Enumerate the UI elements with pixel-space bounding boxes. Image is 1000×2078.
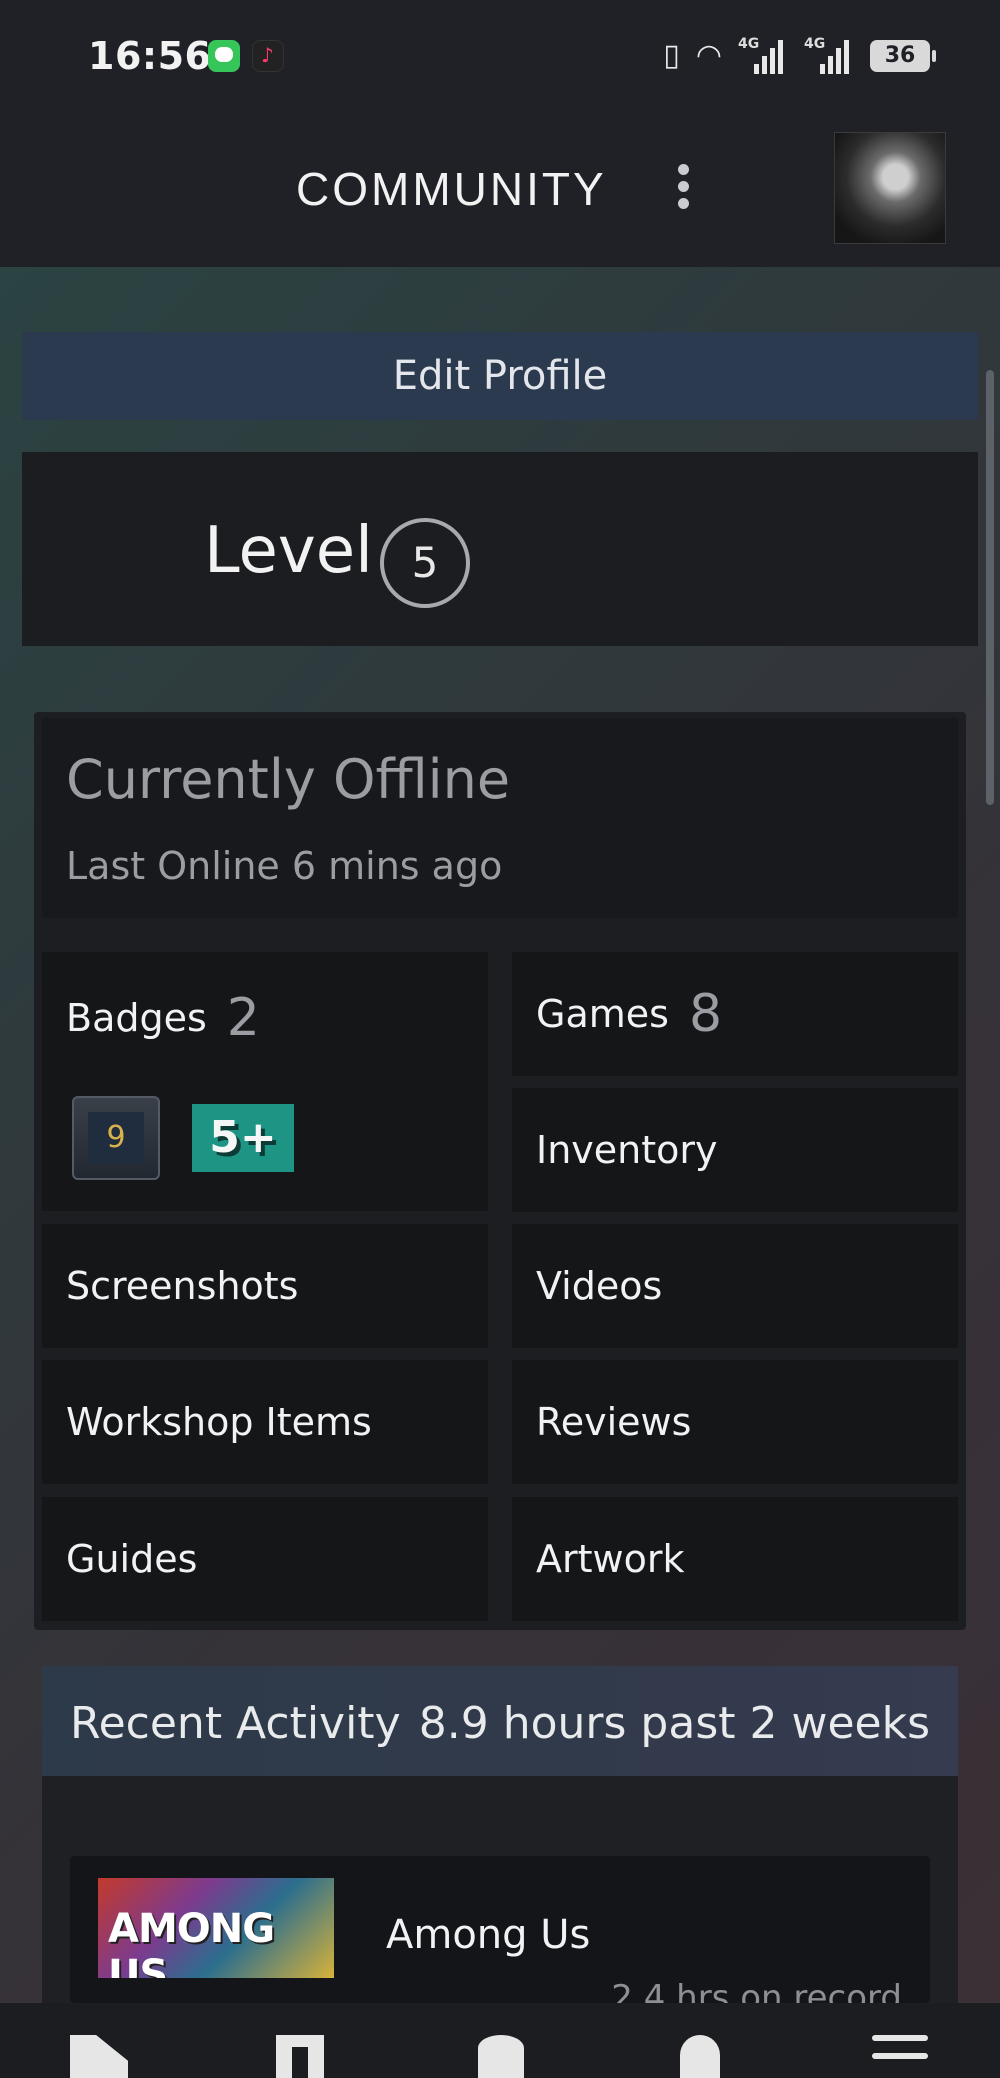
store-icon[interactable]: [70, 2035, 128, 2078]
profile-icon[interactable]: [680, 2035, 720, 2078]
artwork-label: Artwork: [536, 1537, 685, 1581]
artwork-tile[interactable]: Artwork: [512, 1497, 958, 1621]
wifi-icon: ◠: [695, 38, 722, 73]
recent-activity-hours: 8.9 hours past 2 weeks: [418, 1698, 930, 1749]
cell-signal-icon: 4G: [738, 36, 788, 76]
app-header: COMMUNITY: [0, 112, 1000, 267]
screenshots-label: Screenshots: [66, 1264, 299, 1308]
game-card[interactable]: AMONG US Among Us 2.4 hrs on record: [70, 1856, 930, 2018]
level-panel: Level 5: [22, 452, 978, 646]
guides-label: Guides: [66, 1537, 198, 1581]
community-icon[interactable]: [478, 2035, 524, 2078]
badge-five-plus-icon[interactable]: 5+: [192, 1104, 294, 1172]
badges-tile[interactable]: Badges 2 9 5+: [42, 952, 488, 1211]
status-bar: 16:56 ▯ ◠ 4G 4G 36: [0, 0, 1000, 112]
videos-tile[interactable]: Videos: [512, 1224, 958, 1348]
avatar[interactable]: [834, 132, 946, 244]
game-name[interactable]: Among Us: [386, 1912, 590, 1958]
reviews-label: Reviews: [536, 1400, 692, 1444]
badges-count: 2: [226, 988, 260, 1048]
games-label: Games: [536, 992, 669, 1036]
status-indicators: ▯ ◠ 4G 4G 36: [663, 36, 936, 76]
level-badge[interactable]: 5: [380, 518, 470, 608]
online-status-panel: Currently Offline Last Online 6 mins ago: [42, 718, 958, 918]
level-label: Level: [204, 514, 373, 588]
battery-icon: 36: [870, 40, 936, 72]
tiktok-icon: [252, 40, 284, 72]
vibrate-icon: ▯: [663, 38, 680, 73]
guides-tile[interactable]: Guides: [42, 1497, 488, 1621]
edit-profile-button[interactable]: Edit Profile: [22, 332, 978, 420]
workshop-items-label: Workshop Items: [66, 1400, 372, 1444]
workshop-items-tile[interactable]: Workshop Items: [42, 1360, 488, 1484]
games-tile[interactable]: Games 8: [512, 952, 958, 1076]
page-title: COMMUNITY: [296, 163, 607, 215]
last-online: Last Online 6 mins ago: [66, 844, 503, 888]
game-thumb-text: AMONG US: [108, 1906, 275, 1978]
bottom-nav: [0, 2003, 1000, 2078]
badges-label: Badges: [66, 996, 207, 1040]
game-thumbnail[interactable]: AMONG US: [98, 1878, 334, 1978]
inventory-tile[interactable]: Inventory: [512, 1088, 958, 1212]
badge-nine-icon[interactable]: 9: [72, 1096, 160, 1180]
games-count: 8: [688, 984, 723, 1044]
menu-icon[interactable]: [872, 2035, 928, 2078]
videos-label: Videos: [536, 1264, 663, 1308]
recent-activity-label: Recent Activity: [70, 1698, 401, 1749]
cell-signal-icon: 4G: [804, 36, 854, 76]
screenshots-tile[interactable]: Screenshots: [42, 1224, 488, 1348]
status-time: 16:56: [88, 34, 212, 78]
library-icon[interactable]: [276, 2035, 324, 2078]
scrollbar[interactable]: [986, 370, 994, 805]
badge-nine-text: 9: [88, 1112, 144, 1164]
recent-activity-header: Recent Activity 8.9 hours past 2 weeks: [42, 1666, 958, 1776]
messages-icon: [208, 40, 240, 72]
kebab-menu-icon[interactable]: [672, 164, 694, 216]
inventory-label: Inventory: [536, 1128, 718, 1172]
reviews-tile[interactable]: Reviews: [512, 1360, 958, 1484]
status-main: Currently Offline: [66, 748, 511, 811]
